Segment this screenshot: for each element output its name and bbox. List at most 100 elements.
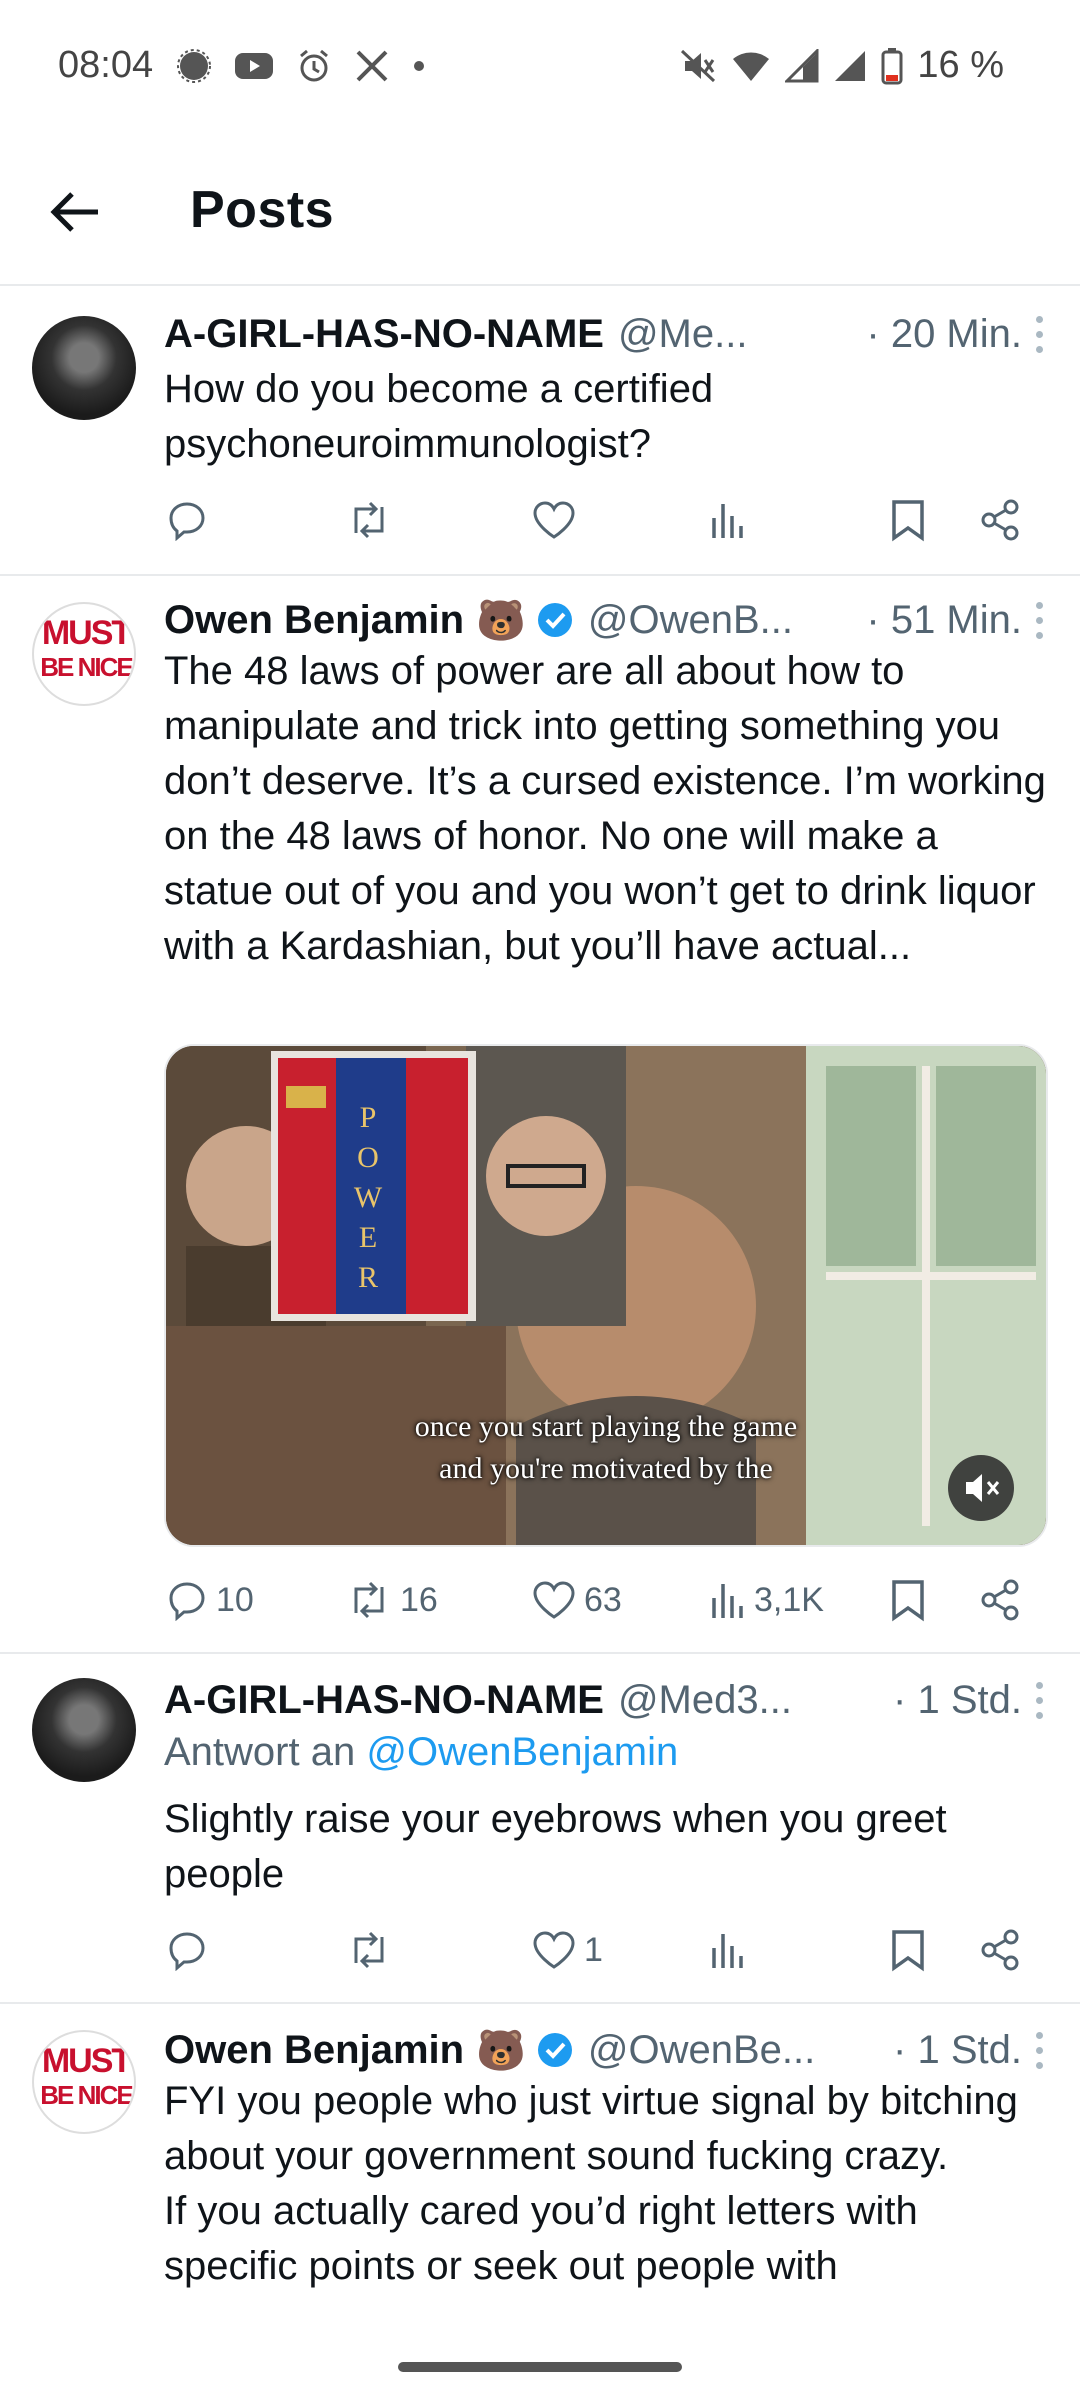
system-icons: 16 % bbox=[679, 44, 1004, 87]
repost-icon bbox=[354, 501, 384, 539]
reply-icon bbox=[169, 502, 205, 541]
views-icon bbox=[712, 1584, 743, 1618]
video-media[interactable]: P O W E R once you start playing the gam… bbox=[164, 1044, 1048, 1547]
post-actions: 10 16 63 3,1K bbox=[164, 1570, 1044, 1630]
author-handle[interactable]: @OwenBe... bbox=[588, 2028, 815, 2073]
author-name[interactable]: A-GIRL-HAS-NO-NAME bbox=[164, 1678, 604, 1723]
heart-icon bbox=[533, 1581, 575, 1619]
signal-icon bbox=[785, 48, 819, 82]
repost-button[interactable] bbox=[346, 1920, 400, 1980]
more-options-icon[interactable] bbox=[1036, 601, 1046, 639]
signal-icon-2 bbox=[835, 50, 866, 81]
avatar[interactable] bbox=[32, 316, 136, 420]
bookmark-icon[interactable] bbox=[890, 490, 926, 550]
alarm-icon bbox=[300, 49, 328, 82]
notification-icons bbox=[176, 48, 426, 84]
x-logo-icon bbox=[356, 50, 388, 82]
post-header: A-GIRL-HAS-NO-NAME @Me... · 20 Min. bbox=[164, 306, 1060, 362]
reply-count: 10 bbox=[216, 1580, 254, 1619]
share-icon[interactable] bbox=[980, 1570, 1020, 1630]
reply-to-link[interactable]: @OwenBenjamin bbox=[366, 1730, 678, 1774]
more-notifications-icon bbox=[414, 61, 424, 71]
more-options-icon[interactable] bbox=[1036, 315, 1046, 353]
reply-context: Antwort an @OwenBenjamin bbox=[164, 1730, 679, 1774]
author-name[interactable]: A-GIRL-HAS-NO-NAME bbox=[164, 312, 604, 357]
post-card[interactable]: A-GIRL-HAS-NO-NAME @Med3... · 1 Std. Ant… bbox=[0, 1652, 1080, 2004]
share-icon[interactable] bbox=[980, 1920, 1020, 1980]
post-time: · 1 Std. bbox=[893, 2027, 1022, 2072]
youtube-icon bbox=[235, 53, 273, 79]
bear-emoji: 🐻 bbox=[476, 2028, 526, 2073]
book-cover-title: P O W E R bbox=[353, 1101, 383, 1294]
post-actions: 1 bbox=[164, 1920, 1044, 1980]
reply-icon bbox=[169, 1932, 205, 1971]
bookmark-icon[interactable] bbox=[890, 1570, 926, 1630]
status-time: 08:04 bbox=[58, 44, 154, 86]
post-header: A-GIRL-HAS-NO-NAME @Med3... · 1 Std. bbox=[164, 1672, 1060, 1728]
author-handle[interactable]: @Med3... bbox=[618, 1678, 792, 1723]
post-actions bbox=[164, 490, 1044, 550]
views-button[interactable] bbox=[710, 1920, 754, 1980]
author-handle[interactable]: @OwenB... bbox=[588, 598, 793, 643]
like-count: 63 bbox=[584, 1580, 622, 1619]
like-count: 1 bbox=[584, 1930, 603, 1969]
post-card[interactable]: MUST BE NICE Owen Benjamin 🐻 @OwenBe... … bbox=[0, 2002, 1080, 2332]
chat-bubble-icon bbox=[177, 49, 211, 83]
battery-percent: 16 % bbox=[917, 44, 1004, 86]
author-handle[interactable]: @Me... bbox=[618, 312, 748, 357]
avatar[interactable]: MUST BE NICE bbox=[32, 2030, 136, 2134]
post-time: · 20 Min. bbox=[866, 311, 1022, 356]
like-button[interactable]: 1 bbox=[532, 1920, 603, 1980]
reply-button[interactable] bbox=[166, 1920, 216, 1980]
post-time: · 1 Std. bbox=[893, 1677, 1022, 1722]
repost-button[interactable]: 16 bbox=[346, 1570, 438, 1630]
mute-toggle-button[interactable] bbox=[948, 1455, 1014, 1521]
page-title: Posts bbox=[190, 181, 335, 239]
bear-emoji: 🐻 bbox=[476, 598, 526, 643]
heart-icon bbox=[533, 1931, 575, 1969]
repost-icon bbox=[354, 1931, 384, 1969]
post-text: How do you become a certified psychoneur… bbox=[164, 367, 714, 466]
repost-icon bbox=[354, 1581, 384, 1619]
post-text: Slightly raise your eyebrows when you gr… bbox=[164, 1797, 947, 1896]
reply-button[interactable]: 10 bbox=[166, 1570, 254, 1630]
more-options-icon[interactable] bbox=[1036, 1681, 1046, 1719]
mute-icon bbox=[681, 49, 716, 82]
avatar[interactable] bbox=[32, 1678, 136, 1782]
verified-badge-icon bbox=[537, 2033, 572, 2067]
heart-icon bbox=[533, 501, 575, 539]
repost-count: 16 bbox=[400, 1580, 438, 1619]
views-button[interactable]: 3,1K bbox=[710, 1570, 824, 1630]
top-app-bar: Posts bbox=[0, 136, 1080, 286]
battery-icon bbox=[881, 47, 903, 84]
post-header: Owen Benjamin 🐻 @OwenBe... · 1 Std. bbox=[164, 2022, 1060, 2078]
back-arrow-icon[interactable] bbox=[48, 190, 100, 234]
reply-icon bbox=[169, 1582, 205, 1621]
post-text: FYI you people who just virtue signal by… bbox=[164, 2079, 1018, 2288]
post-card[interactable]: MUST BE NICE Owen Benjamin 🐻 @OwenB... ·… bbox=[0, 574, 1080, 1654]
verified-badge-icon bbox=[537, 603, 572, 637]
post-card[interactable]: A-GIRL-HAS-NO-NAME @Me... · 20 Min. How … bbox=[0, 290, 1080, 576]
reply-button[interactable] bbox=[166, 490, 216, 550]
bookmark-icon[interactable] bbox=[890, 1920, 926, 1980]
gesture-navigation-bar[interactable] bbox=[398, 2362, 682, 2372]
more-options-icon[interactable] bbox=[1036, 2031, 1046, 2069]
views-icon bbox=[712, 1934, 743, 1968]
post-time: · 51 Min. bbox=[866, 597, 1022, 642]
view-count: 3,1K bbox=[754, 1580, 824, 1619]
post-header: Owen Benjamin 🐻 @OwenB... · 51 Min. bbox=[164, 592, 1060, 648]
avatar[interactable]: MUST BE NICE bbox=[32, 602, 136, 706]
views-button[interactable] bbox=[710, 490, 754, 550]
post-text: The 48 laws of power are all about how t… bbox=[164, 649, 1046, 968]
volume-muted-icon bbox=[966, 1474, 1000, 1502]
like-button[interactable]: 63 bbox=[532, 1570, 622, 1630]
author-name[interactable]: Owen Benjamin bbox=[164, 598, 464, 643]
repost-button[interactable] bbox=[346, 490, 400, 550]
video-caption: once you start playing the game and you'… bbox=[414, 1410, 798, 1485]
status-bar: 08:04 16 % bbox=[0, 0, 1080, 136]
wifi-icon bbox=[733, 51, 770, 81]
views-icon bbox=[712, 504, 743, 538]
like-button[interactable] bbox=[532, 490, 584, 550]
author-name[interactable]: Owen Benjamin bbox=[164, 2028, 464, 2073]
share-icon[interactable] bbox=[980, 490, 1020, 550]
